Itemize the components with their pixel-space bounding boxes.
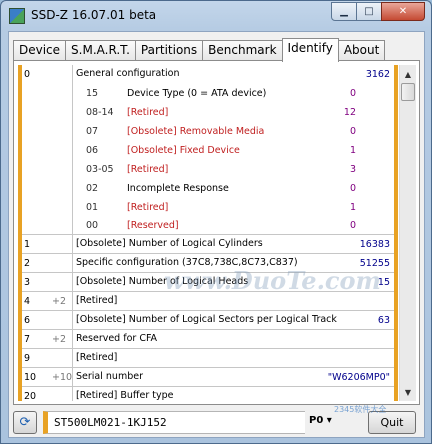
- row-value: "W6206MP0": [327, 372, 390, 383]
- tab-partitions[interactable]: Partitions: [134, 40, 204, 61]
- scroll-down-icon[interactable]: ▼: [400, 384, 416, 400]
- bit-row: 08-14 [Retired] 12: [22, 103, 394, 122]
- bit-row: 03-05 [Retired] 3: [22, 160, 394, 179]
- row-value: 3162: [365, 69, 390, 80]
- table-row[interactable]: 20 [Retired] Buffer type: [22, 387, 394, 401]
- bit-value: 0: [349, 88, 356, 99]
- table-row[interactable]: 6 [Obsolete] Number of Logical Sectors p…: [22, 311, 394, 330]
- minimize-icon: ▁: [340, 6, 348, 17]
- tab-strip: Device S.M.A.R.T. Partitions Benchmark I…: [13, 38, 386, 62]
- refresh-button[interactable]: ⟳: [13, 411, 37, 434]
- bit-row: 02 Incomplete Response 0: [22, 179, 394, 198]
- drive-selector[interactable]: ST500LM021-1KJ152: [43, 411, 305, 434]
- bit-row: 07 [Obsolete] Removable Media 0: [22, 122, 394, 141]
- tab-device[interactable]: Device: [13, 40, 67, 61]
- watermark: www.DuoTe.com: [164, 266, 381, 295]
- bit-desc: Device Type (0 = ATA device): [127, 88, 267, 99]
- bit-row: 15 Device Type (0 = ATA device) 0: [22, 84, 394, 103]
- refresh-icon: ⟳: [19, 415, 31, 430]
- drive-name: ST500LM021-1KJ152: [54, 416, 167, 429]
- bit-range: 08-14: [86, 107, 114, 118]
- table-row[interactable]: 0 General configuration 3162 15 Device T…: [22, 65, 394, 235]
- app-window: SSD-Z 16.07.01 beta ▁ □ ✕ Device S.M.A.R…: [0, 0, 432, 444]
- bit-range: 07: [86, 126, 99, 137]
- table-row[interactable]: 9 [Retired]: [22, 349, 394, 368]
- bit-value: 0: [349, 220, 356, 231]
- maximize-icon: □: [364, 6, 374, 17]
- port-selector[interactable]: P0 ▾: [309, 415, 332, 426]
- row-index: 6: [24, 315, 31, 326]
- bit-desc: [Obsolete] Fixed Device: [127, 145, 240, 156]
- row-label: Reserved for CFA: [72, 330, 157, 349]
- row-label: Serial number: [72, 368, 143, 387]
- window-controls: ▁ □ ✕: [331, 2, 425, 21]
- row-index: 20: [24, 391, 37, 401]
- bit-range: 00: [86, 220, 99, 231]
- row-value: 63: [377, 315, 390, 326]
- window-title: SSD-Z 16.07.01 beta: [31, 8, 157, 22]
- table-row[interactable]: 7 +2 Reserved for CFA: [22, 330, 394, 349]
- bit-value: 0: [349, 183, 356, 194]
- bit-row: 00 [Reserved] 0: [22, 216, 394, 235]
- bit-value: 1: [349, 202, 356, 213]
- table-row[interactable]: 10 +10 Serial number "W6206MP0": [22, 368, 394, 387]
- bit-desc: Incomplete Response: [127, 183, 229, 194]
- identify-panel: 0 General configuration 3162 15 Device T…: [13, 60, 420, 405]
- row-label: [Retired]: [72, 349, 117, 368]
- row-extra: +2: [52, 334, 67, 345]
- tab-identify[interactable]: Identify: [281, 38, 339, 62]
- bit-value: 1: [349, 145, 356, 156]
- bit-range: 06: [86, 145, 99, 156]
- port-label: P0: [309, 415, 324, 426]
- row-extra: +2: [52, 296, 67, 307]
- row-extra: +10: [52, 372, 73, 383]
- row-index: 4: [24, 296, 31, 307]
- row-label: [Obsolete] Number of Logical Cylinders: [72, 235, 263, 254]
- minimize-button[interactable]: ▁: [331, 2, 357, 21]
- row-label: [Retired] Buffer type: [72, 387, 173, 401]
- row-index: 10: [24, 372, 37, 383]
- bit-desc: [Retired]: [127, 164, 169, 175]
- app-icon: [9, 8, 25, 24]
- scroll-thumb[interactable]: [401, 83, 415, 101]
- bit-value: 3: [349, 164, 356, 175]
- row-index: 7: [24, 334, 31, 345]
- row-label: [Obsolete] Number of Logical Sectors per…: [72, 311, 337, 330]
- row-index: 0: [24, 69, 31, 80]
- row-index: 9: [24, 353, 31, 364]
- vertical-scrollbar[interactable]: ▲ ▼: [399, 65, 416, 401]
- maximize-button[interactable]: □: [356, 2, 382, 21]
- row-label: [Retired]: [72, 292, 117, 311]
- bit-value: 0: [349, 126, 356, 137]
- title-bar[interactable]: SSD-Z 16.07.01 beta ▁ □ ✕: [1, 1, 431, 31]
- bit-range: 03-05: [86, 164, 114, 175]
- tab-about[interactable]: About: [337, 40, 386, 61]
- table-row[interactable]: 1 [Obsolete] Number of Logical Cylinders…: [22, 235, 394, 254]
- close-button[interactable]: ✕: [381, 2, 425, 21]
- close-icon: ✕: [398, 6, 408, 17]
- bit-desc: [Retired]: [127, 202, 169, 213]
- bit-desc: [Obsolete] Removable Media: [127, 126, 265, 137]
- bit-value: 12: [343, 107, 356, 118]
- bit-range: 15: [86, 88, 99, 99]
- bit-desc: [Retired]: [127, 107, 169, 118]
- bit-row: 01 [Retired] 1: [22, 198, 394, 217]
- bit-row: 06 [Obsolete] Fixed Device 1: [22, 141, 394, 160]
- client-area: Device S.M.A.R.T. Partitions Benchmark I…: [8, 31, 425, 438]
- chevron-down-icon: ▾: [326, 415, 332, 426]
- row-index: 2: [24, 258, 31, 269]
- tab-benchmark[interactable]: Benchmark: [202, 40, 283, 61]
- row-value: 16383: [359, 239, 390, 250]
- watermark-corner: 2345软件大全: [334, 405, 387, 414]
- identify-list[interactable]: 0 General configuration 3162 15 Device T…: [18, 65, 398, 401]
- row-index: 3: [24, 277, 31, 288]
- bit-desc: [Reserved]: [127, 220, 179, 231]
- tab-smart[interactable]: S.M.A.R.T.: [65, 40, 136, 61]
- bit-range: 02: [86, 183, 99, 194]
- row-index: 1: [24, 239, 31, 250]
- scroll-up-icon[interactable]: ▲: [400, 66, 416, 82]
- bit-range: 01: [86, 202, 99, 213]
